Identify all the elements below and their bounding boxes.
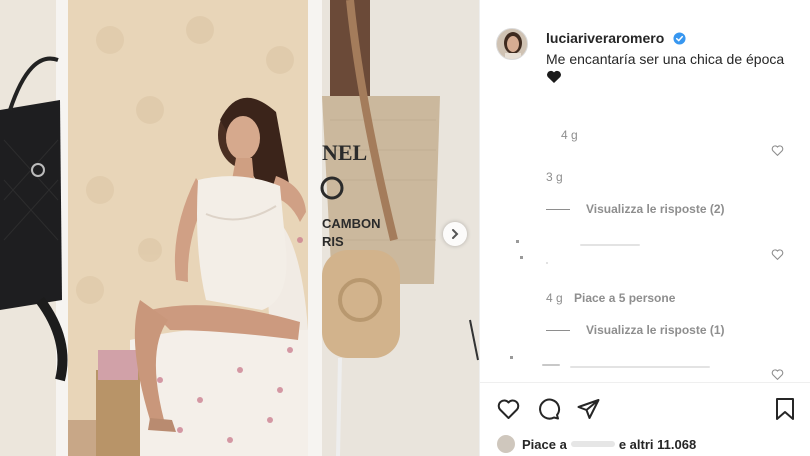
caption-text: Me encantaría ser una chica de época <box>546 51 785 67</box>
obscured-username <box>570 441 615 447</box>
svg-text:CAMBON: CAMBON <box>322 216 381 231</box>
avatar[interactable] <box>496 28 528 60</box>
verified-badge-icon <box>673 32 686 45</box>
comment-timestamp[interactable]: 4 g <box>546 291 563 305</box>
comment-likes[interactable]: Piace a 5 persone <box>574 291 675 305</box>
caption-timestamp[interactable]: 4 g <box>561 128 578 142</box>
obscured-text <box>542 364 560 366</box>
likes-prefix: Piace a <box>522 436 567 452</box>
send-icon[interactable] <box>576 397 601 421</box>
view-replies-label: Visualizza le risposte (2) <box>586 202 725 216</box>
obscured-avatar <box>516 240 519 243</box>
heart-icon[interactable] <box>771 144 784 157</box>
view-replies-button[interactable]: Visualizza le risposte (2) <box>546 202 725 216</box>
chevron-right-icon <box>452 229 459 239</box>
obscured-avatar <box>520 256 523 259</box>
likes-summary[interactable]: Piace a e altri 11.068 <box>496 434 696 454</box>
heart-icon[interactable] <box>771 368 784 381</box>
obscured-text <box>570 366 710 368</box>
post-photo: NEL CAMBON RIS <box>0 0 479 456</box>
replies-divider <box>546 329 570 331</box>
liker-avatar <box>496 434 516 454</box>
svg-text:RIS: RIS <box>322 234 344 249</box>
comment-icon[interactable] <box>536 397 561 421</box>
action-bar: Piace a e altri 11.068 <box>480 382 810 456</box>
comments-panel: luciariveraromero Me encantaría ser una … <box>479 0 810 456</box>
view-replies-label: Visualizza le risposte (1) <box>586 323 725 337</box>
likes-suffix: e altri 11.068 <box>618 436 697 452</box>
caption-body: luciariveraromero Me encantaría ser una … <box>546 30 796 84</box>
obscured-text <box>546 262 548 264</box>
avatar-image <box>497 29 527 59</box>
post-image: NEL CAMBON RIS <box>0 0 479 456</box>
black-heart-icon <box>547 70 561 83</box>
heart-icon[interactable] <box>771 248 784 261</box>
obscured-avatar <box>510 356 513 359</box>
replies-divider <box>546 208 570 210</box>
view-replies-button[interactable]: Visualizza le risposte (1) <box>546 323 725 337</box>
svg-text:NEL: NEL <box>322 140 367 165</box>
bookmark-icon[interactable] <box>774 397 796 421</box>
obscured-text <box>580 244 640 246</box>
heart-icon[interactable] <box>496 397 521 421</box>
username[interactable]: luciariveraromero <box>546 30 664 46</box>
comment-timestamp[interactable]: 3 g <box>546 170 563 184</box>
next-photo-button[interactable] <box>443 222 467 246</box>
